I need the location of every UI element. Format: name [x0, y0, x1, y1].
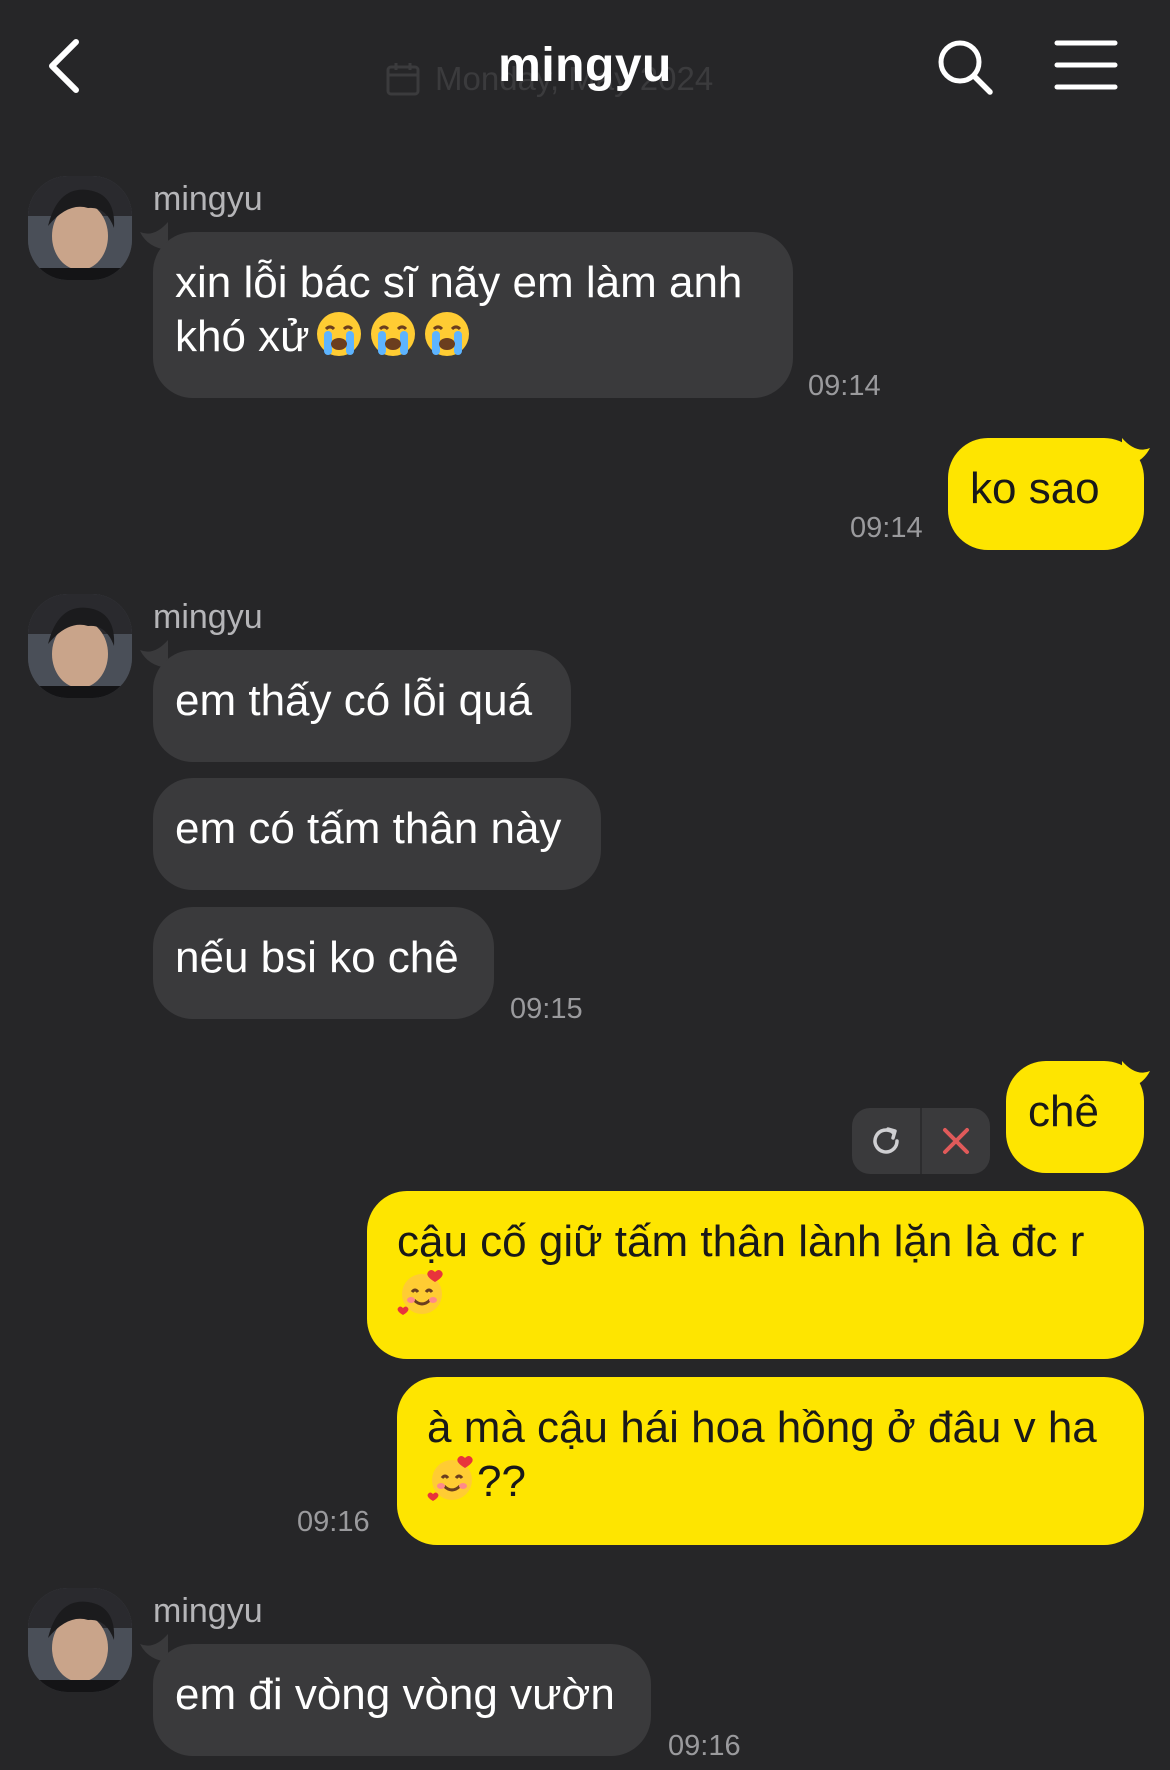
avatar-photo: [28, 1588, 132, 1692]
message-bubble-incoming[interactable]: em thấy có lỗi quá: [153, 650, 571, 762]
loudly-crying-face-emoji: [370, 312, 415, 356]
failed-send-controls: [852, 1108, 990, 1174]
message-text: à mà cậu hái hoa hồng ở đâu v ha: [427, 1403, 1097, 1452]
bubble-tail: [1122, 1061, 1150, 1089]
search-icon: [938, 40, 993, 95]
message-bubble-incoming[interactable]: em đi vòng vòng vườn: [153, 1644, 651, 1756]
message-text: cậu cố giữ tấm thân lành lặn là đc r: [397, 1217, 1085, 1266]
avatar[interactable]: [28, 594, 132, 698]
smiling-face-with-hearts-emoji: [397, 1270, 443, 1315]
message-timestamp: 09:15: [510, 993, 583, 1025]
hamburger-menu-icon: [1054, 40, 1118, 90]
emoji-crying-row: [310, 309, 472, 363]
message-timestamp: 09:16: [297, 1506, 370, 1538]
close-icon: [943, 1128, 969, 1154]
sender-name: mingyu: [153, 1592, 263, 1630]
search-button[interactable]: [934, 36, 996, 98]
message-text-line2: [397, 1268, 1120, 1322]
chat-header: Monday, May 2024 mingyu: [0, 0, 1170, 135]
message-bubble-incoming[interactable]: em có tấm thân này: [153, 778, 601, 890]
loudly-crying-face-emoji: [424, 312, 469, 356]
bubble-tail: [1122, 438, 1150, 466]
message-timestamp: 09:14: [808, 370, 881, 402]
avatar[interactable]: [28, 1588, 132, 1692]
message-bubble-outgoing[interactable]: cậu cố giữ tấm thân lành lặn là đc r: [367, 1191, 1144, 1359]
message-text: xin lỗi bác sĩ nãy em làm anh: [175, 258, 743, 307]
message-text: ??: [477, 1457, 526, 1506]
avatar[interactable]: [28, 176, 132, 280]
message-bubble-incoming[interactable]: xin lỗi bác sĩ nãy em làm anh khó xử: [153, 232, 793, 398]
avatar-photo: [28, 594, 132, 698]
message-timestamp: 09:14: [850, 512, 923, 544]
message-timestamp: 09:16: [668, 1730, 741, 1762]
message-bubble-outgoing[interactable]: ko sao: [948, 438, 1144, 550]
message-text: nếu bsi ko chê: [175, 933, 459, 982]
loudly-crying-face-emoji: [316, 312, 361, 356]
message-text-line2: khó xử: [175, 309, 769, 363]
message-bubble-outgoing[interactable]: à mà cậu hái hoa hồng ở đâu v ha ??: [397, 1377, 1144, 1545]
message-text: em có tấm thân này: [175, 804, 562, 853]
message-text: em đi vòng vòng vườn: [175, 1670, 615, 1719]
refresh-icon: [873, 1127, 899, 1154]
message-bubble-incoming[interactable]: nếu bsi ko chê: [153, 907, 494, 1019]
message-text-line2: ??: [427, 1454, 1120, 1508]
message-text: em thấy có lỗi quá: [175, 676, 533, 725]
retry-button[interactable]: [852, 1108, 920, 1174]
message-text: ko sao: [970, 464, 1100, 513]
message-text: khó xử: [175, 312, 310, 361]
chat-screen: Monday, May 2024 mingyu mingyu xin lỗi b…: [0, 0, 1170, 1770]
sender-name: mingyu: [153, 598, 263, 636]
smiling-face-with-hearts-emoji: [427, 1456, 473, 1501]
message-text: chê: [1028, 1087, 1099, 1136]
menu-button[interactable]: [1054, 38, 1118, 92]
cancel-send-button[interactable]: [922, 1108, 990, 1174]
avatar-photo: [28, 176, 132, 280]
sender-name: mingyu: [153, 180, 263, 218]
